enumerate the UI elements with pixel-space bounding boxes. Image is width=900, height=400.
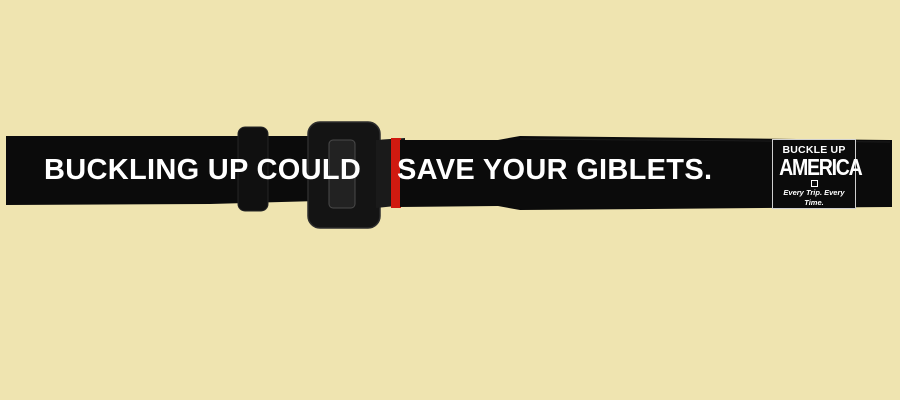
- seatbelt-graphic: [6, 121, 892, 229]
- logo-square-icon: [810, 180, 818, 187]
- buckle-up-america-logo: BUCKLE UP AMERICA Every Trip. Every Time…: [772, 139, 863, 209]
- slogan-right-text: SAVE YOUR GIBLETS.: [397, 154, 713, 186]
- logo-line2: AMERICA: [779, 154, 863, 180]
- slogan-left-text: BUCKLING UP COULD: [44, 154, 362, 186]
- seatbelt-ad: BUCKLING UP COULD SAVE YOUR GIBLETS. BUC…: [0, 0, 900, 400]
- logo-tagline: Every Trip. Every Time.: [783, 188, 845, 207]
